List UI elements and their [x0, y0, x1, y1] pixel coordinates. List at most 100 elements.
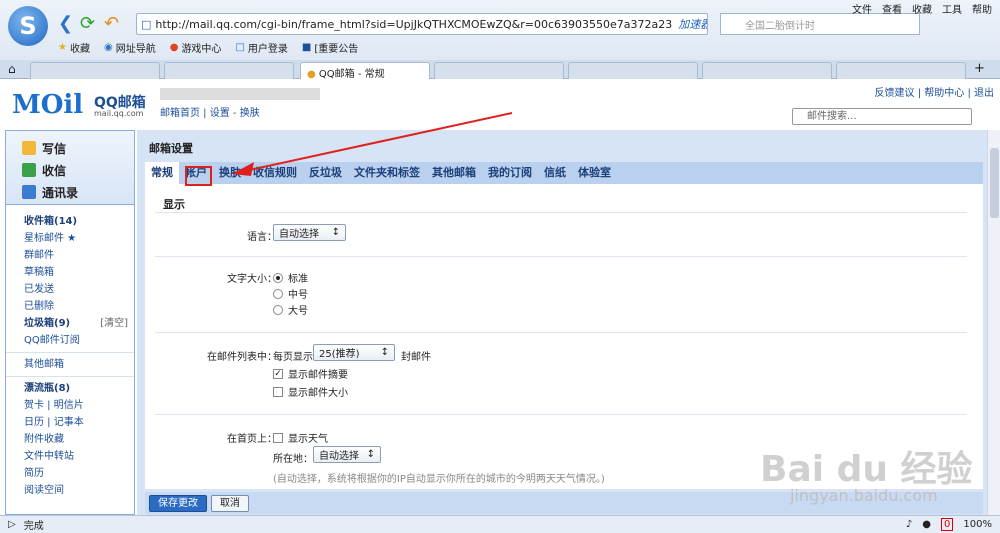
- home-icon[interactable]: ⌂: [8, 62, 16, 76]
- option-label: 标准: [288, 274, 308, 285]
- menu-file[interactable]: 文件: [852, 1, 872, 16]
- page-icon: □: [141, 17, 152, 31]
- language-value: 自动选择: [279, 229, 319, 240]
- sidebar-item-label: 垃圾箱(9): [24, 318, 71, 329]
- accelerator-link[interactable]: 加速器: [678, 16, 707, 32]
- sidebar-item-items3-6[interactable]: 阅读空间: [6, 482, 134, 499]
- refresh-icon[interactable]: ⟳: [80, 14, 95, 34]
- tab-qqmail[interactable]: ● QQ邮箱 - 常规: [300, 62, 430, 79]
- sidebar-item-items-1[interactable]: 星标邮件 ★: [6, 230, 134, 247]
- location-label: 所在地：: [273, 454, 313, 465]
- mail-logo-sub: mail.qq.com: [94, 109, 144, 118]
- language-select[interactable]: 自动选择 ↕: [273, 224, 346, 241]
- option-label: 显示邮件大小: [288, 388, 348, 399]
- shield-icon[interactable]: ●: [922, 519, 931, 530]
- undo-icon[interactable]: ↶: [104, 14, 119, 34]
- compose-button[interactable]: 写信: [22, 137, 134, 159]
- mail-header: MOil QQ邮箱 mail.qq.com 邮箱首页 | 设置 - 换肤 反馈建…: [0, 80, 1000, 128]
- panel-toggle-icon[interactable]: ▷: [8, 519, 16, 530]
- cancel-button[interactable]: 取消: [211, 494, 249, 512]
- fontsize-standard[interactable]: 标准: [273, 270, 308, 285]
- bookmark-nav[interactable]: ◉ 网址导航: [104, 40, 156, 55]
- sidebar-item-label: 其他邮箱: [24, 359, 64, 370]
- mail-search-input[interactable]: 邮件搜索...: [792, 108, 972, 125]
- sidebar-item-items-5[interactable]: 已删除: [6, 298, 134, 315]
- menu-favorites[interactable]: 收藏: [912, 1, 932, 16]
- bookmark-favorites[interactable]: ★ 收藏: [58, 40, 90, 55]
- sidebar-item-label: 简历: [24, 468, 44, 479]
- menu-view[interactable]: 查看: [882, 1, 902, 16]
- settings-tab-9[interactable]: 体验室: [572, 162, 617, 184]
- menu-help[interactable]: 帮助: [972, 1, 992, 16]
- show-weather-checkbox[interactable]: 显示天气: [273, 430, 328, 445]
- top-right-links[interactable]: 反馈建议 | 帮助中心 | 退出: [875, 84, 994, 99]
- sidebar-item-items3-5[interactable]: 简历: [6, 465, 134, 482]
- sidebar-item-items-0[interactable]: 收件箱(14): [6, 213, 134, 230]
- sidebar-item-items2-0[interactable]: 其他邮箱: [6, 356, 134, 373]
- clear-trash-link[interactable]: [清空]: [100, 315, 128, 332]
- contacts-label: 通讯录: [42, 185, 79, 200]
- sidebar-item-items-3[interactable]: 草稿箱: [6, 264, 134, 281]
- tab-blurred-4[interactable]: [568, 62, 698, 79]
- receive-button[interactable]: 收信: [22, 159, 134, 181]
- tab-blurred-5[interactable]: [702, 62, 832, 79]
- sidebar-item-label: QQ邮件订阅: [24, 335, 80, 346]
- radio-icon: [273, 272, 283, 283]
- new-tab-icon[interactable]: +: [974, 61, 985, 76]
- bookmark-login[interactable]: □ 用户登录: [235, 40, 287, 55]
- tab-blurred-2[interactable]: [164, 62, 294, 79]
- contacts-icon: [22, 185, 36, 199]
- settings-tabbar: 常规 帐户 换肤 收信规则 反垃圾 文件夹和标签 其他邮箱 我的订阅 信纸 体验室: [145, 162, 983, 184]
- updown-icon: ↕: [366, 449, 375, 460]
- settings-tab-2[interactable]: 换肤: [213, 162, 247, 184]
- settings-tab-3[interactable]: 收信规则: [247, 162, 303, 184]
- settings-tab-0[interactable]: 常规: [145, 162, 179, 184]
- fontsize-medium[interactable]: 中号: [273, 286, 308, 301]
- browser-search-input[interactable]: 全国二胎倒计时: [720, 13, 920, 35]
- sidebar-item-label: 星标邮件 ★: [24, 233, 77, 244]
- sidebar-item-items-7[interactable]: QQ邮件订阅: [6, 332, 134, 349]
- settings-tab-8[interactable]: 信纸: [538, 162, 572, 184]
- bookmark-notice[interactable]: ■ [重要公告: [302, 40, 358, 55]
- settings-tab-4[interactable]: 反垃圾: [303, 162, 348, 184]
- sidebar-item-items-6[interactable]: 垃圾箱(9) [清空]: [6, 315, 134, 332]
- tab-blurred-3[interactable]: [434, 62, 564, 79]
- tab-blurred-6[interactable]: [836, 62, 966, 79]
- sidebar-item-items-2[interactable]: 群邮件: [6, 247, 134, 264]
- address-bar[interactable]: □ http://mail.qq.com/cgi-bin/frame_html?…: [136, 13, 708, 35]
- contacts-button[interactable]: 通讯录: [22, 181, 134, 203]
- back-icon[interactable]: ❮: [58, 14, 73, 34]
- bookmark-games[interactable]: ● 游戏中心: [170, 40, 222, 55]
- volume-icon[interactable]: ♪: [906, 519, 912, 530]
- section-title-display: 显示: [163, 198, 185, 211]
- per-page-select[interactable]: 25(推荐) ↕: [313, 344, 395, 361]
- checkbox-icon: [273, 432, 283, 443]
- mail-header-links[interactable]: 邮箱首页 | 设置 - 换肤: [160, 104, 260, 119]
- baidu-watermark-url: jingyan.baidu.com: [790, 486, 938, 505]
- save-button[interactable]: 保存更改: [149, 494, 207, 512]
- menu-tools[interactable]: 工具: [942, 1, 962, 16]
- sidebar-item-items3-4[interactable]: 文件中转站: [6, 448, 134, 465]
- settings-tab-6[interactable]: 其他邮箱: [426, 162, 482, 184]
- sidebar-item-items-4[interactable]: 已发送: [6, 281, 134, 298]
- sidebar-item-items3-1[interactable]: 贺卡 | 明信片: [6, 397, 134, 414]
- settings-tab-7[interactable]: 我的订阅: [482, 162, 538, 184]
- sidebar-item-items3-2[interactable]: 日历 | 记事本: [6, 414, 134, 431]
- sidebar-item-label: 漂流瓶(8): [24, 383, 71, 394]
- badge-count[interactable]: 0: [941, 518, 954, 531]
- radio-icon: [273, 304, 283, 315]
- zoom-level[interactable]: 100%: [963, 519, 992, 530]
- fontsize-large[interactable]: 大号: [273, 302, 308, 317]
- tab-blurred-1[interactable]: [30, 62, 160, 79]
- scroll-thumb[interactable]: [990, 148, 999, 218]
- show-summary-checkbox[interactable]: ✓ 显示邮件摘要: [273, 366, 348, 381]
- sidebar-item-items3-3[interactable]: 附件收藏: [6, 431, 134, 448]
- show-size-checkbox[interactable]: 显示邮件大小: [273, 384, 348, 399]
- settings-tab-5[interactable]: 文件夹和标签: [348, 162, 426, 184]
- browser-logo[interactable]: S: [8, 6, 48, 46]
- option-label: 显示天气: [288, 434, 328, 445]
- vertical-scrollbar[interactable]: [987, 130, 1000, 515]
- location-select[interactable]: 自动选择 ↕: [313, 446, 381, 463]
- account-name-blurred: [160, 88, 320, 100]
- sidebar-item-items3-0[interactable]: 漂流瓶(8): [6, 380, 134, 397]
